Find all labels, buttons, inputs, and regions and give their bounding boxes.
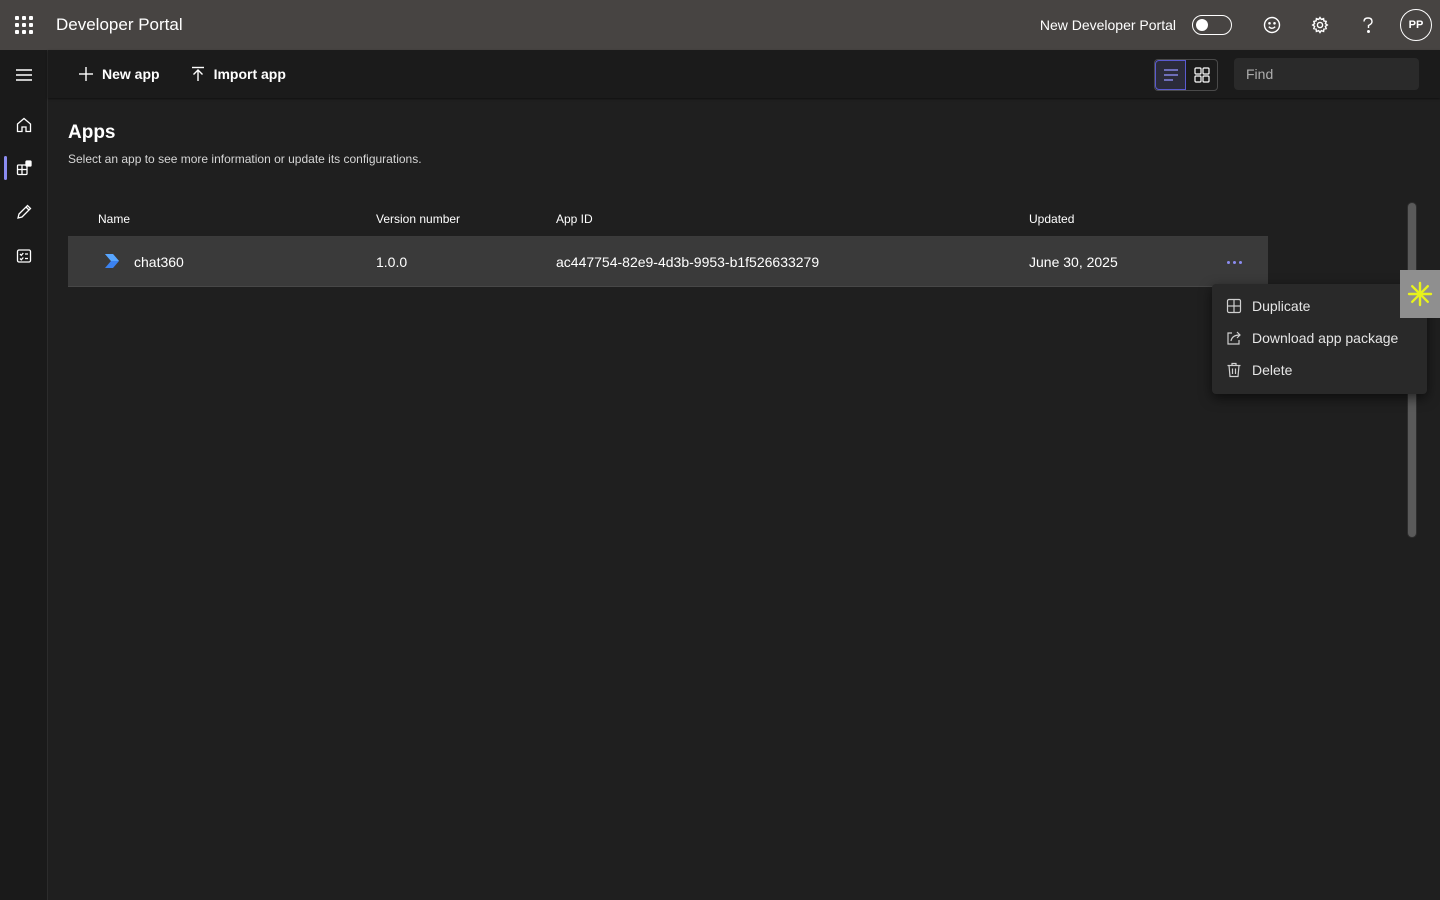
app-logo-icon: [105, 254, 119, 268]
rail-apps-icon[interactable]: [0, 148, 48, 188]
rail-checklist-icon[interactable]: [0, 236, 48, 276]
app-name-cell[interactable]: chat360: [134, 254, 184, 270]
app-launcher-icon[interactable]: [0, 0, 48, 50]
app-version-cell: 1.0.0: [376, 254, 408, 270]
top-bar: Developer Portal New Developer Portal PP: [0, 0, 1440, 50]
table-row[interactable]: chat360 1.0.0 ac447754-82e9-4d3b-9953-b1…: [68, 237, 1268, 287]
feedback-smiley-icon[interactable]: [1248, 0, 1296, 50]
page-title: Apps: [68, 122, 116, 143]
new-app-label: New app: [102, 66, 160, 82]
app-id-cell: ac447754-82e9-4d3b-9953-b1f526633279: [556, 254, 820, 270]
left-nav-rail: [0, 50, 48, 900]
rail-home-icon[interactable]: [0, 105, 48, 145]
table-header: Name Version number App ID Updated: [68, 200, 1268, 237]
view-toggle: [1154, 59, 1218, 91]
rail-tools-pencil-icon[interactable]: [0, 192, 48, 232]
column-header-updated[interactable]: Updated: [1029, 212, 1074, 226]
import-app-button[interactable]: Import app: [182, 50, 294, 98]
find-search-box: [1234, 58, 1427, 90]
rail-menu-hamburger-icon[interactable]: [0, 55, 48, 95]
plus-icon: [79, 67, 93, 81]
sparkle-star-icon: [1407, 281, 1433, 307]
page-subtitle: Select an app to see more information or…: [68, 152, 422, 166]
new-portal-label: New Developer Portal: [1039, 17, 1176, 33]
column-header-name[interactable]: Name: [98, 212, 130, 226]
upload-arrow-icon: [191, 66, 204, 81]
share-export-icon: [1227, 331, 1241, 345]
app-updated-cell: June 30, 2025: [1029, 254, 1118, 270]
app-title[interactable]: Developer Portal: [56, 15, 183, 35]
menu-item-download-app-package[interactable]: Download app package: [1212, 322, 1427, 354]
trash-icon: [1227, 362, 1241, 378]
grid-view-icon: [1193, 67, 1210, 83]
apps-table: Name Version number App ID Updated chat3…: [68, 200, 1268, 287]
menu-item-label: Delete: [1252, 362, 1293, 378]
find-input[interactable]: [1246, 66, 1427, 82]
menu-item-label: Download app package: [1252, 330, 1399, 346]
command-bar: New app Import app: [48, 50, 1440, 98]
more-options-icon[interactable]: [1218, 249, 1250, 275]
rail-active-indicator: [4, 156, 7, 180]
menu-item-label: Duplicate: [1252, 298, 1311, 314]
user-avatar[interactable]: PP: [1400, 9, 1432, 41]
list-view-button[interactable]: [1155, 60, 1187, 90]
settings-gear-icon[interactable]: [1296, 0, 1344, 50]
menu-item-delete[interactable]: Delete: [1212, 354, 1427, 386]
help-question-icon[interactable]: [1344, 0, 1392, 50]
import-app-label: Import app: [213, 66, 286, 82]
app-context-menu: Duplicate Download app package Delete: [1212, 284, 1427, 394]
column-header-version[interactable]: Version number: [376, 212, 460, 226]
duplicate-icon: [1226, 298, 1242, 314]
menu-item-duplicate[interactable]: Duplicate: [1212, 290, 1427, 322]
assistant-sparkle-widget[interactable]: [1400, 270, 1440, 318]
column-header-app-id[interactable]: App ID: [556, 212, 593, 226]
new-app-button[interactable]: New app: [70, 50, 168, 98]
list-view-icon: [1163, 69, 1178, 81]
new-portal-toggle[interactable]: [1192, 15, 1232, 35]
grid-view-button[interactable]: [1186, 60, 1217, 90]
toggle-knob: [1196, 19, 1208, 31]
